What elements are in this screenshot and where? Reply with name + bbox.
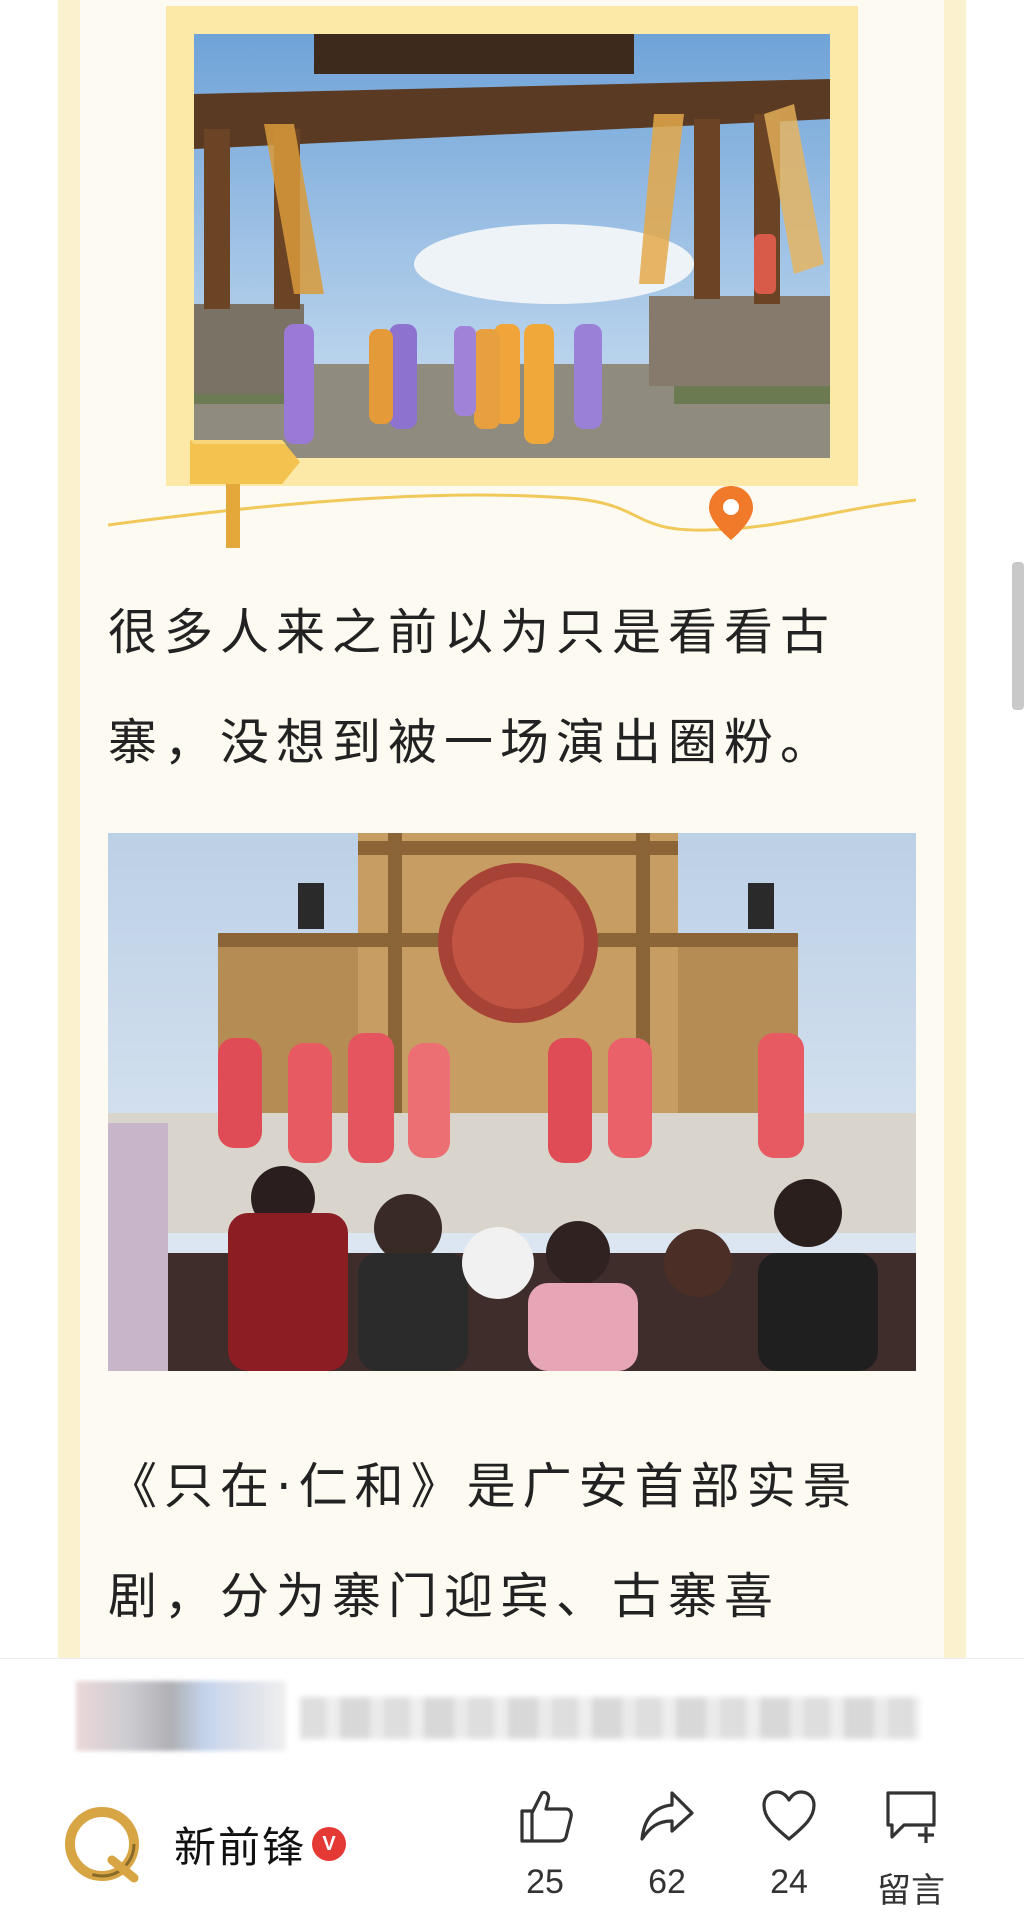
heart-icon: [762, 1790, 816, 1841]
blurred-text: [300, 1697, 920, 1739]
gate-photo[interactable]: [194, 34, 830, 458]
performance-photo[interactable]: [108, 833, 916, 1371]
comment-icon: [886, 1791, 936, 1843]
brand-logo-icon: [65, 1807, 139, 1883]
article-paragraph: 《只在·仁和》是广安首部实景剧，分为寨门迎宾、古寨喜: [108, 1458, 859, 1625]
signpost-icon: [190, 440, 300, 548]
thumbs-up-icon: [520, 1790, 573, 1843]
author-info[interactable]: 新前锋 V: [62, 1789, 347, 1899]
like-button[interactable]: 25: [490, 1777, 600, 1907]
article-paragraph: 很多人来之前以为只是看看古寨，没想到被一场演出圈粉。: [108, 604, 837, 771]
verified-badge-icon: V: [312, 1827, 347, 1861]
share-icon: [640, 1791, 694, 1841]
performance-photo-image: [108, 833, 916, 1371]
bottom-action-bar: 新前锋 V 25 62 24 留言: [0, 1658, 1024, 1932]
gate-photo-image: [194, 34, 830, 458]
like-count: 25: [526, 1863, 564, 1901]
favorite-count: 24: [770, 1863, 808, 1901]
share-count: 62: [648, 1863, 686, 1901]
favorite-button[interactable]: 24: [734, 1777, 844, 1907]
comment-label: 留言: [877, 1872, 945, 1910]
comment-button[interactable]: 留言: [856, 1777, 966, 1910]
blurred-thumbnail: [76, 1681, 286, 1751]
map-pin-icon: [709, 486, 753, 540]
share-button[interactable]: 62: [612, 1777, 722, 1907]
author-name[interactable]: 新前锋: [174, 1814, 306, 1875]
scrollbar-thumb[interactable]: [1012, 562, 1024, 710]
